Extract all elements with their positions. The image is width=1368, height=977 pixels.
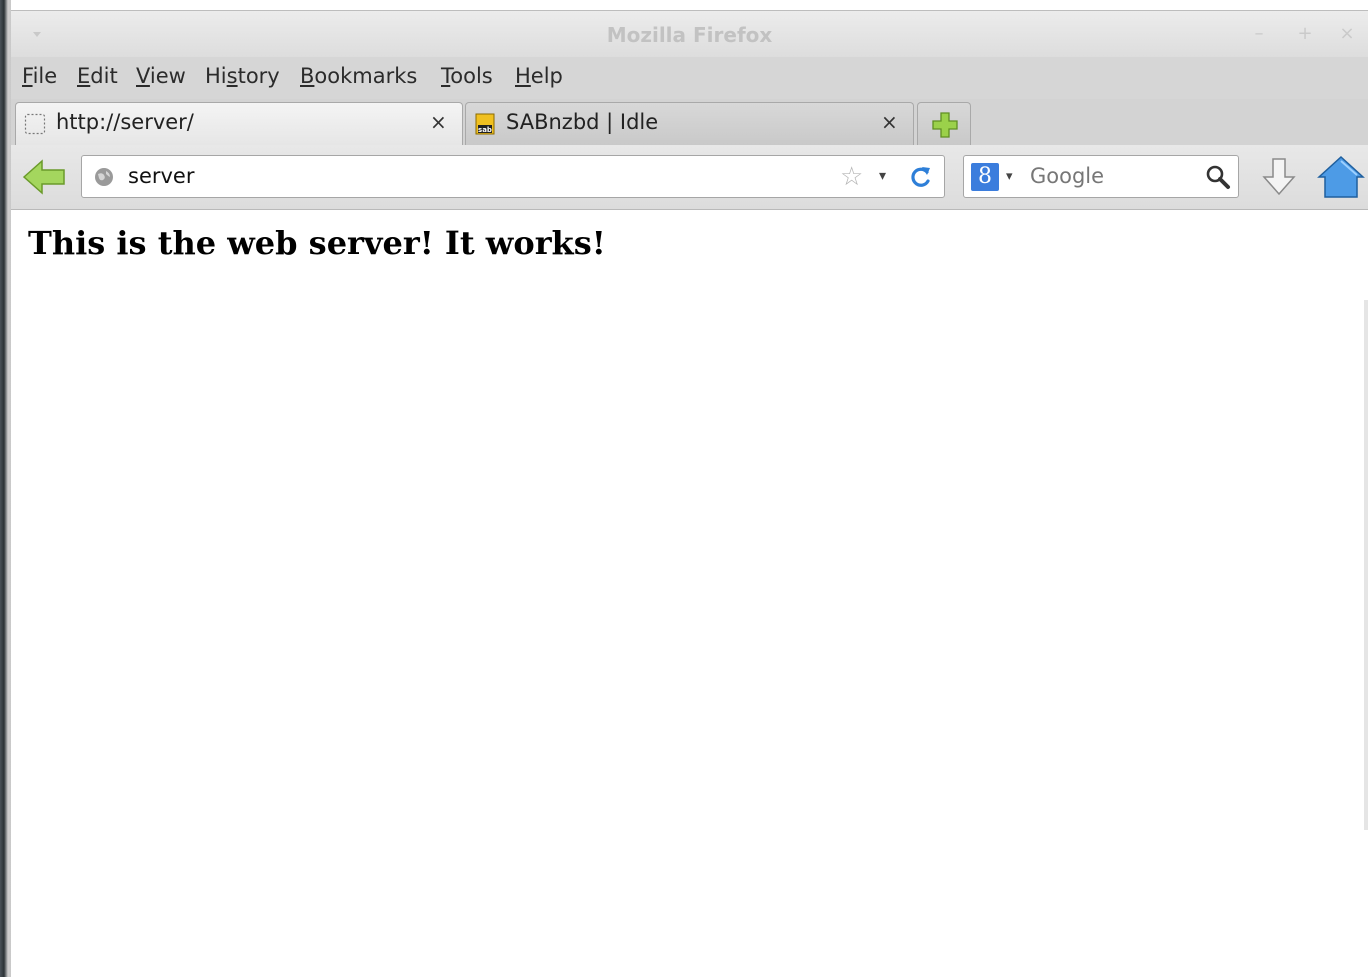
- page-content: This is the web server! It works!: [11, 210, 1368, 977]
- back-arrow-icon[interactable]: [22, 159, 66, 195]
- menu-edit[interactable]: Edit: [77, 64, 118, 88]
- menu-file[interactable]: File: [22, 64, 57, 88]
- new-tab-button[interactable]: [917, 102, 971, 145]
- tab-label: http://server/: [56, 110, 194, 134]
- tab-close-button[interactable]: ×: [881, 110, 898, 134]
- search-engine-dropdown[interactable]: ▾: [1006, 169, 1013, 184]
- url-history-dropdown[interactable]: ▾: [879, 168, 886, 184]
- menu-history[interactable]: History: [205, 64, 280, 88]
- tab-sabnzbd[interactable]: sab SABnzbd | Idle ×: [465, 102, 914, 145]
- title-bar[interactable]: Mozilla Firefox – + ×: [11, 10, 1368, 57]
- reload-icon[interactable]: [908, 164, 934, 190]
- download-arrow-icon[interactable]: [1261, 157, 1297, 197]
- home-icon[interactable]: [1317, 155, 1365, 199]
- menu-tools[interactable]: Tools: [441, 64, 493, 88]
- blank-page-icon: [24, 113, 46, 135]
- url-input[interactable]: [128, 164, 828, 188]
- navigation-toolbar: ☆ ▾ 8 ▾: [11, 145, 1368, 210]
- bookmark-star-icon[interactable]: ☆: [840, 162, 863, 192]
- magnifier-icon[interactable]: [1204, 163, 1232, 191]
- desktop-edge: [0, 0, 11, 977]
- url-bar[interactable]: ☆ ▾: [81, 155, 945, 198]
- menu-help[interactable]: Help: [515, 64, 563, 88]
- plus-icon: [932, 112, 958, 138]
- tab-strip: http://server/ × sab SABnzbd | Idle ×: [11, 99, 1368, 145]
- tab-label: SABnzbd | Idle: [506, 110, 659, 134]
- search-bar[interactable]: 8 ▾: [963, 155, 1239, 198]
- sabnzbd-icon: sab: [475, 113, 495, 135]
- minimize-button[interactable]: –: [1249, 24, 1269, 44]
- screen: Mozilla Firefox – + × File Edit View His…: [0, 0, 1368, 977]
- search-input[interactable]: [1030, 164, 1190, 188]
- close-window-button[interactable]: ×: [1337, 24, 1357, 44]
- menu-bookmarks[interactable]: Bookmarks: [300, 64, 417, 88]
- google-engine-icon[interactable]: 8: [971, 163, 999, 191]
- globe-icon: [95, 168, 113, 186]
- menu-view[interactable]: View: [136, 64, 186, 88]
- svg-text:sab: sab: [478, 126, 492, 134]
- maximize-button[interactable]: +: [1295, 24, 1315, 44]
- page-heading: This is the web server! It works!: [28, 224, 606, 262]
- tab-http-server[interactable]: http://server/ ×: [15, 102, 463, 145]
- menu-bar: File Edit View History Bookmarks Tools H…: [11, 57, 1368, 99]
- scrollbar-track[interactable]: [1364, 300, 1368, 830]
- tab-close-button[interactable]: ×: [430, 110, 447, 134]
- window-title: Mozilla Firefox: [606, 23, 773, 47]
- firefox-window: Mozilla Firefox – + × File Edit View His…: [11, 10, 1368, 977]
